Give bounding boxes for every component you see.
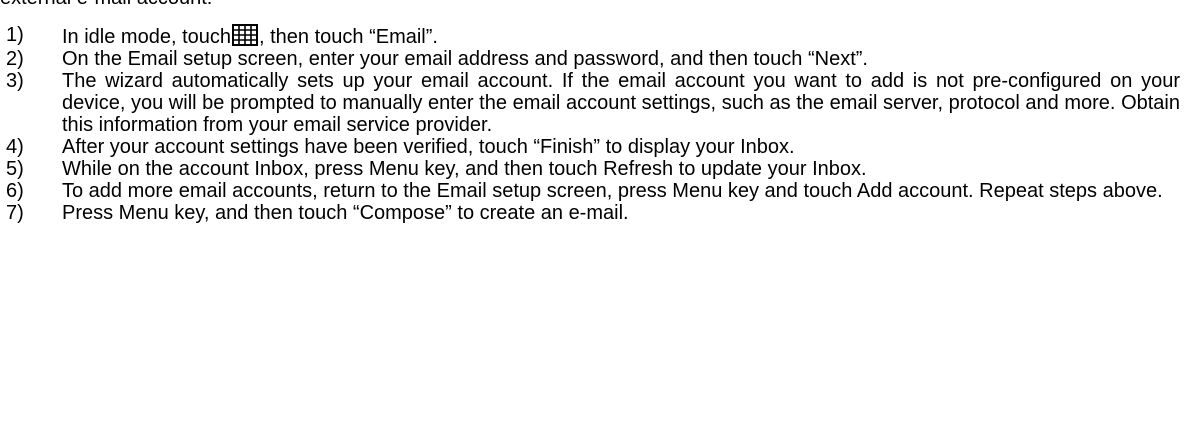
step-2: 2) On the Email setup screen, enter your…: [0, 48, 1186, 70]
step-1: 1) In idle mode, touch , then touch “Ema…: [0, 24, 1186, 48]
step-text: To add more email accounts, return to th…: [62, 180, 1163, 202]
step-3: 3) The wizard automatically sets up your…: [0, 70, 1186, 136]
step-number: 1): [6, 24, 24, 46]
step-number: 6): [6, 180, 24, 202]
grid-icon: [232, 24, 258, 46]
steps-list: 1) In idle mode, touch , then touch “Ema…: [0, 24, 1186, 224]
intro-text: external e-mail account:: [0, 0, 212, 10]
step-4: 4) After your account settings have been…: [0, 136, 1186, 158]
step-7: 7) Press Menu key, and then touch “Compo…: [0, 202, 1186, 224]
step-text: On the Email setup screen, enter your em…: [62, 48, 868, 70]
step-text: The wizard automatically sets up your em…: [62, 70, 1180, 136]
step-text: In idle mode, touch , then touch “Email”…: [62, 24, 1180, 48]
step-text: After your account settings have been ve…: [62, 136, 795, 158]
step-text: While on the account Inbox, press Menu k…: [62, 158, 867, 180]
step-5: 5) While on the account Inbox, press Men…: [0, 158, 1186, 180]
step-number: 4): [6, 136, 24, 158]
step-number: 7): [6, 202, 24, 224]
step-text-before-icon: In idle mode, touch: [62, 26, 231, 48]
step-6: 6) To add more email accounts, return to…: [0, 180, 1186, 202]
step-number: 5): [6, 158, 24, 180]
step-number: 2): [6, 48, 24, 70]
step-text: Press Menu key, and then touch “Compose”…: [62, 202, 629, 224]
document-page: external e-mail account: 1) In idle mode…: [0, 0, 1186, 440]
step-number: 3): [6, 70, 24, 92]
step-text-after-icon: , then touch “Email”.: [259, 26, 438, 48]
